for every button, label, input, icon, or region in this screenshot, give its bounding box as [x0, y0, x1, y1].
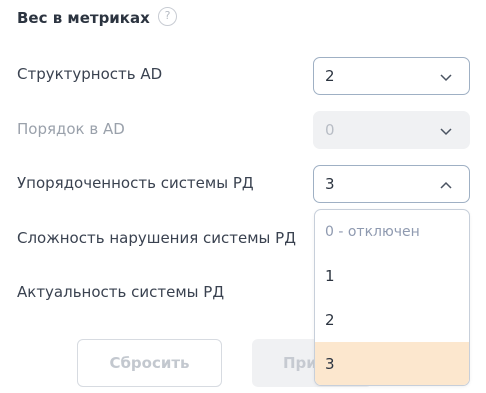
row-label-order-ad: Порядок в AD — [17, 120, 125, 138]
select-order-ad: 0 — [313, 111, 470, 149]
select-rd-order[interactable]: 3 — [313, 165, 470, 203]
help-icon[interactable]: ? — [158, 7, 177, 26]
chevron-down-icon — [440, 128, 452, 136]
dropdown-option[interactable]: 2 — [315, 298, 469, 342]
row-label-rd-violation: Сложность нарушения системы РД — [17, 229, 296, 247]
reset-button[interactable]: Сбросить — [77, 339, 222, 387]
chevron-up-icon — [440, 181, 452, 189]
dropdown-option[interactable]: 1 — [315, 254, 469, 298]
row-label-rd-order: Упорядоченность системы РД — [17, 174, 254, 192]
chevron-down-icon — [440, 74, 452, 82]
dropdown-menu: 0 - отключен 1 2 3 — [314, 209, 470, 386]
select-value: 0 — [325, 121, 335, 139]
dropdown-option-selected[interactable]: 3 — [315, 342, 469, 385]
select-structure-ad[interactable]: 2 — [313, 57, 470, 95]
select-value: 2 — [325, 67, 335, 85]
select-value: 3 — [325, 175, 335, 193]
dropdown-option[interactable]: 0 - отключен — [315, 210, 469, 254]
row-label-structure-ad: Структурность AD — [17, 65, 163, 83]
row-label-rd-actuality: Актуальность системы РД — [17, 283, 225, 301]
page-title: Вес в метриках — [17, 9, 150, 27]
